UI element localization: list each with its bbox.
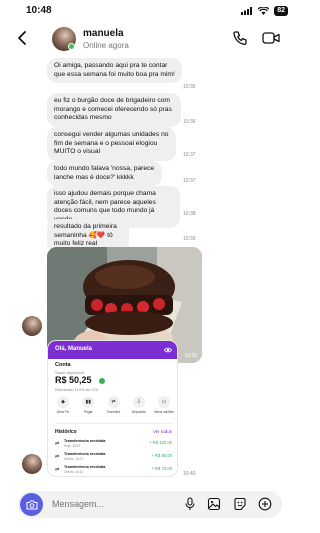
message-time: 10:37 <box>183 178 196 184</box>
video-call-icon[interactable] <box>262 30 280 46</box>
balance-status-icon <box>99 378 105 384</box>
transaction-date: Hoje, 18:47 <box>64 444 81 448</box>
action-label: Transferir <box>106 410 121 414</box>
transfer-icon: ⇄ <box>107 396 120 408</box>
bank-greeting: Olá, Manuela <box>55 346 93 352</box>
back-arrow-icon[interactable] <box>15 30 31 46</box>
message-time: 10:38 <box>183 211 196 217</box>
action-deposit: ⇩ Depositar <box>128 396 150 414</box>
transfer-received-icon: ⇄ <box>55 454 60 460</box>
card-icon: ▭ <box>158 396 170 408</box>
transfer-received-icon: ⇄ <box>55 467 60 473</box>
wifi-icon <box>258 7 270 15</box>
sender-avatar[interactable] <box>22 454 42 474</box>
see-all-link: Ver todos <box>152 429 172 434</box>
sender-avatar[interactable] <box>22 316 42 336</box>
history-title: Histórico <box>55 429 77 435</box>
bank-card-body: Conta Saldo disponível R$ 50,25 Rendendo… <box>48 359 177 476</box>
transaction-date: Ontem, 15:07 <box>64 457 84 461</box>
message-time: 10:39 <box>183 236 196 242</box>
message-bubble[interactable]: eu fiz o burgão doce de brigadeiro com m… <box>47 93 181 127</box>
sticker-icon[interactable] <box>233 497 247 511</box>
transaction-title: Transferência recebida <box>64 452 106 456</box>
message-time: 10:36 <box>183 119 196 125</box>
account-label: Conta <box>55 362 71 368</box>
action-label: Pagar <box>83 410 93 414</box>
message-bubble[interactable]: consegui vender algumas unidades no fim … <box>47 127 176 161</box>
barcode-icon: ▮▮ <box>82 396 95 408</box>
battery-indicator: 82 <box>274 6 288 16</box>
bank-screenshot-card[interactable]: Olá, Manuela Conta Saldo disponível R$ 5… <box>47 340 178 477</box>
microphone-icon[interactable] <box>183 497 197 511</box>
transaction-title: Transferência recebida <box>64 439 106 443</box>
message-time: 10:35 <box>183 84 196 90</box>
transaction-amount: + R$ 120,00 <box>149 440 172 445</box>
card-time: 10:40 <box>183 471 196 477</box>
bank-actions: ◆ Área Pix ▮▮ Pagar ⇄ Transferir ⇩ Depositar… <box>52 396 175 414</box>
signal-icon <box>241 7 253 15</box>
contact-status: Online agora <box>83 41 129 50</box>
camera-button[interactable] <box>20 493 43 516</box>
status-icons: 82 <box>241 6 288 16</box>
action-pix: ◆ Área Pix <box>52 396 74 414</box>
status-bar: 10:48 82 <box>0 0 300 22</box>
action-pay: ▮▮ Pagar <box>77 396 99 414</box>
contact-name[interactable]: manuela <box>83 28 124 39</box>
action-cards: ▭ Meus cartões <box>153 396 175 414</box>
message-input[interactable] <box>52 499 162 509</box>
phone-icon[interactable] <box>232 30 248 46</box>
add-icon[interactable] <box>258 497 272 511</box>
deposit-icon: ⇩ <box>132 396 145 408</box>
message-bubble[interactable]: Oi amiga, passando aqui pra te contar qu… <box>47 58 182 84</box>
pix-icon: ◆ <box>57 396 69 408</box>
transaction-title: Transferência recebida <box>64 465 106 469</box>
message-time: 10:37 <box>183 152 196 158</box>
action-transfer: ⇄ Transferir <box>103 396 125 414</box>
bank-card-header: Olá, Manuela <box>48 341 177 359</box>
online-indicator <box>68 43 75 50</box>
balance-value: R$ 50,25 <box>55 375 92 385</box>
transaction-date: Ontem, 14:10 <box>64 470 84 474</box>
transaction-row: ⇄ Transferência recebida Ontem, 15:07 + … <box>55 452 172 464</box>
action-label: Depositar <box>131 410 146 414</box>
status-time: 10:48 <box>26 5 52 16</box>
transaction-amount: + R$ 85,00 <box>151 453 172 458</box>
message-input-bar <box>0 487 300 533</box>
message-bubble[interactable]: todo mundo falava 'nossa, parece lanche … <box>47 161 162 187</box>
chat-header: manuela Online agora <box>0 22 300 56</box>
camera-icon <box>26 500 37 509</box>
transaction-amount: + R$ 75,00 <box>151 466 172 471</box>
gallery-icon[interactable] <box>207 497 221 511</box>
transaction-row: ⇄ Transferência recebida Hoje, 18:47 + R… <box>55 439 172 451</box>
transaction-row: ⇄ Transferência recebida Ontem, 14:10 + … <box>55 465 172 476</box>
photo-time: 10:39 <box>184 353 197 359</box>
eye-icon <box>164 347 172 353</box>
yield-text: Rendendo 110% do CDI <box>55 387 99 392</box>
action-label: Meus cartões <box>154 410 174 414</box>
action-label: Área Pix <box>56 410 70 414</box>
divider <box>55 423 172 424</box>
transfer-received-icon: ⇄ <box>55 441 60 447</box>
